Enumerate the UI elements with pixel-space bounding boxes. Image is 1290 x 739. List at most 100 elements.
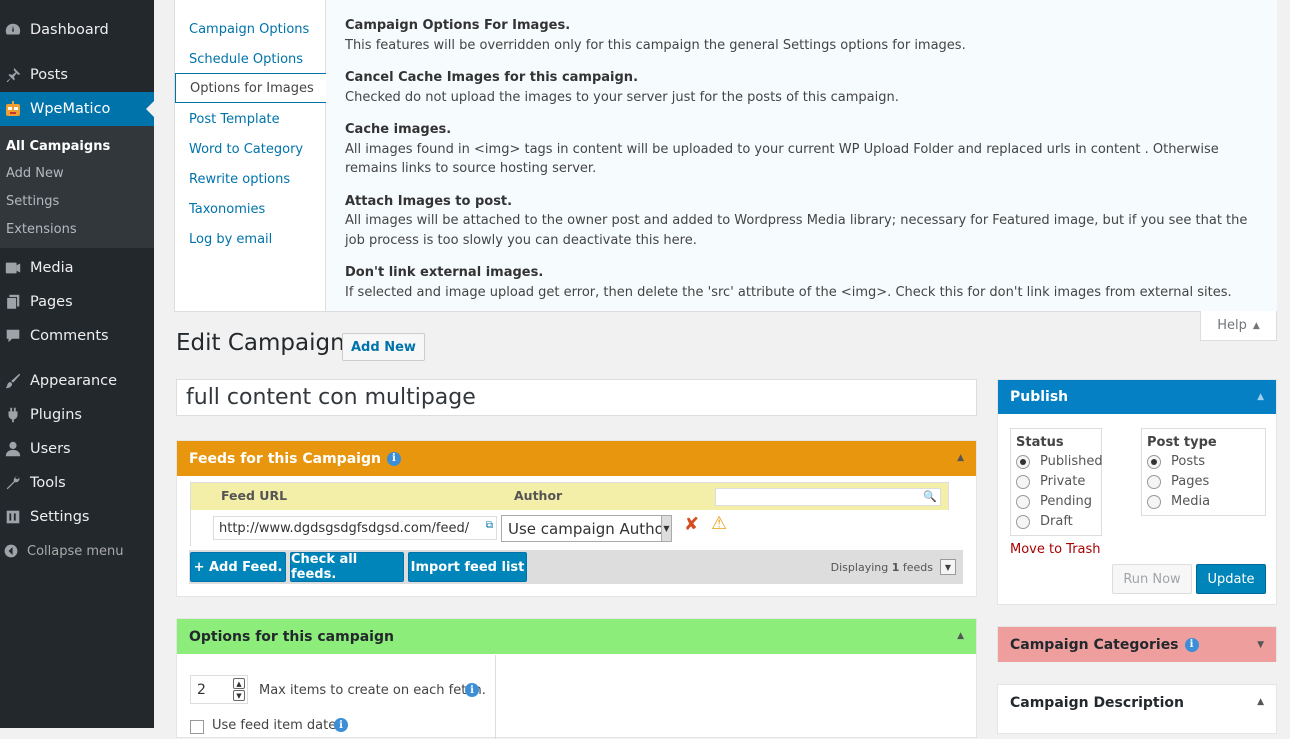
- feed-url-input[interactable]: http://www.dgdsgsdgfsdgsd.com/feed/ ⧉: [213, 516, 497, 540]
- menu-comments[interactable]: Comments: [0, 319, 154, 353]
- help-section-text: If selected and image upload get error, …: [345, 284, 1232, 300]
- info-icon[interactable]: i: [386, 451, 401, 466]
- menu-tools[interactable]: Tools: [0, 466, 154, 500]
- menu-label: Media: [30, 260, 74, 276]
- feeds-box-header[interactable]: Feeds for this Campaign i ▲: [177, 441, 976, 476]
- displaying-count: 1: [891, 561, 900, 574]
- collapse-menu[interactable]: Collapse menu: [0, 540, 124, 562]
- wrench-icon: [0, 474, 28, 492]
- radio-icon[interactable]: [1016, 494, 1030, 509]
- pushpin-icon: [0, 66, 28, 84]
- status-label: Draft: [1040, 514, 1073, 529]
- stepper-up-icon[interactable]: ▲: [233, 678, 245, 689]
- feeds-table-header: Feed URL Author 🔍: [191, 483, 948, 510]
- help-section-title: Attach Images to post.: [345, 193, 513, 209]
- post-type-media[interactable]: Media: [1147, 494, 1210, 509]
- dashboard-icon: [0, 21, 28, 39]
- status-draft[interactable]: Draft: [1016, 514, 1073, 529]
- chevron-down-icon: ▼: [661, 516, 671, 541]
- radio-selected-icon[interactable]: [1147, 454, 1161, 469]
- campaign-title-input[interactable]: full content con multipage: [176, 379, 977, 416]
- info-icon[interactable]: i: [1184, 637, 1199, 652]
- help-tab-post-template[interactable]: Post Template: [175, 104, 327, 134]
- use-feed-date-checkbox[interactable]: [190, 720, 204, 734]
- publish-box-title: Publish: [1010, 389, 1069, 405]
- comments-icon: [0, 327, 28, 345]
- post-type-pages[interactable]: Pages: [1147, 474, 1209, 489]
- run-now-button[interactable]: Run Now: [1112, 564, 1192, 594]
- status-label: Pending: [1040, 494, 1092, 509]
- col-author: Author: [514, 488, 563, 503]
- menu-label: Pages: [30, 294, 73, 310]
- triangle-down-icon[interactable]: ▼: [1257, 640, 1264, 650]
- author-select[interactable]: Use campaign Author ▼: [501, 515, 672, 542]
- submenu-settings[interactable]: Settings: [6, 194, 59, 209]
- help-toggle-button[interactable]: Help ▲: [1200, 311, 1277, 341]
- update-button[interactable]: Update: [1196, 564, 1266, 594]
- status-private[interactable]: Private: [1016, 474, 1085, 489]
- max-items-input[interactable]: 2 ▲ ▼: [190, 675, 248, 704]
- radio-icon[interactable]: [1016, 474, 1030, 489]
- options-box-header[interactable]: Options for this campaign ▲: [177, 619, 976, 654]
- triangle-up-icon[interactable]: ▲: [957, 453, 964, 463]
- radio-icon[interactable]: [1147, 474, 1161, 489]
- delete-feed-icon[interactable]: ✘: [684, 514, 699, 535]
- help-tab-rewrite-options[interactable]: Rewrite options: [175, 164, 327, 194]
- menu-users[interactable]: Users: [0, 432, 154, 466]
- help-tab-options-for-images[interactable]: Options for Images: [175, 73, 328, 103]
- menu-settings[interactable]: Settings: [0, 500, 154, 534]
- help-tabs: Campaign Options Schedule Options Option…: [175, 0, 328, 311]
- publish-box-header[interactable]: Publish ▲: [998, 380, 1276, 414]
- check-all-feeds-button[interactable]: Check all feeds.: [290, 552, 404, 582]
- triangle-up-icon[interactable]: ▲: [957, 631, 964, 641]
- radio-icon[interactable]: [1016, 514, 1030, 529]
- post-type-posts[interactable]: Posts: [1147, 454, 1205, 469]
- status-pending[interactable]: Pending: [1016, 494, 1092, 509]
- menu-media[interactable]: Media: [0, 251, 154, 285]
- contextual-help-panel: Campaign Options Schedule Options Option…: [174, 0, 1277, 312]
- chevron-down-icon[interactable]: ▼: [940, 559, 956, 575]
- external-link-icon[interactable]: ⧉: [486, 520, 493, 531]
- menu-label: Settings: [30, 509, 90, 525]
- search-icon: 🔍: [923, 490, 937, 503]
- help-tab-schedule-options[interactable]: Schedule Options: [175, 44, 327, 74]
- import-feed-list-button[interactable]: Import feed list: [408, 552, 527, 582]
- status-radio-group: Status Published Private Pending Draft: [1010, 428, 1103, 536]
- status-published[interactable]: Published: [1016, 454, 1103, 469]
- submenu-extensions[interactable]: Extensions: [6, 222, 77, 237]
- settings-icon: [0, 508, 28, 526]
- submenu-add-new[interactable]: Add New: [6, 166, 64, 181]
- description-box-header[interactable]: Campaign Description ▲: [998, 685, 1276, 720]
- help-section-title: Cancel Cache Images for this campaign.: [345, 70, 639, 85]
- radio-selected-icon[interactable]: [1016, 454, 1030, 469]
- menu-posts[interactable]: Posts: [0, 58, 154, 92]
- help-tab-log-by-email[interactable]: Log by email: [175, 224, 327, 254]
- add-feed-button[interactable]: + Add Feed.: [190, 552, 286, 582]
- displaying-suffix: feeds: [902, 561, 933, 574]
- categories-box-header[interactable]: Campaign Categories i ▼: [998, 627, 1276, 662]
- radio-icon[interactable]: [1147, 494, 1161, 509]
- help-tab-taxonomies[interactable]: Taxonomies: [175, 194, 327, 224]
- help-tab-word-to-category[interactable]: Word to Category: [175, 134, 327, 164]
- menu-plugins[interactable]: Plugins: [0, 398, 154, 432]
- triangle-up-icon[interactable]: ▲: [1257, 392, 1264, 402]
- triangle-up-icon[interactable]: ▲: [1257, 697, 1264, 707]
- status-title: Status: [1016, 435, 1064, 450]
- menu-pages[interactable]: Pages: [0, 285, 154, 319]
- move-to-trash-link[interactable]: Move to Trash: [1010, 542, 1101, 557]
- feed-search-input[interactable]: 🔍: [715, 488, 941, 506]
- users-icon: [0, 440, 28, 458]
- help-tab-campaign-options[interactable]: Campaign Options: [175, 14, 327, 44]
- add-new-button[interactable]: Add New: [342, 333, 425, 361]
- help-section-text: All images found in <img> tags in conten…: [345, 141, 1219, 177]
- warning-icon[interactable]: ⚠: [711, 513, 727, 534]
- info-icon[interactable]: i: [465, 683, 479, 697]
- menu-wpematico[interactable]: WpeMatico: [0, 92, 154, 126]
- campaign-categories-box: Campaign Categories i ▼: [997, 626, 1277, 662]
- stepper-down-icon[interactable]: ▼: [233, 690, 245, 701]
- info-icon[interactable]: i: [334, 718, 348, 732]
- menu-dashboard[interactable]: Dashboard: [0, 13, 154, 47]
- submenu-all-campaigns[interactable]: All Campaigns: [6, 139, 110, 154]
- menu-appearance[interactable]: Appearance: [0, 364, 154, 398]
- post-type-radio-group: Post type Posts Pages Media: [1141, 428, 1266, 516]
